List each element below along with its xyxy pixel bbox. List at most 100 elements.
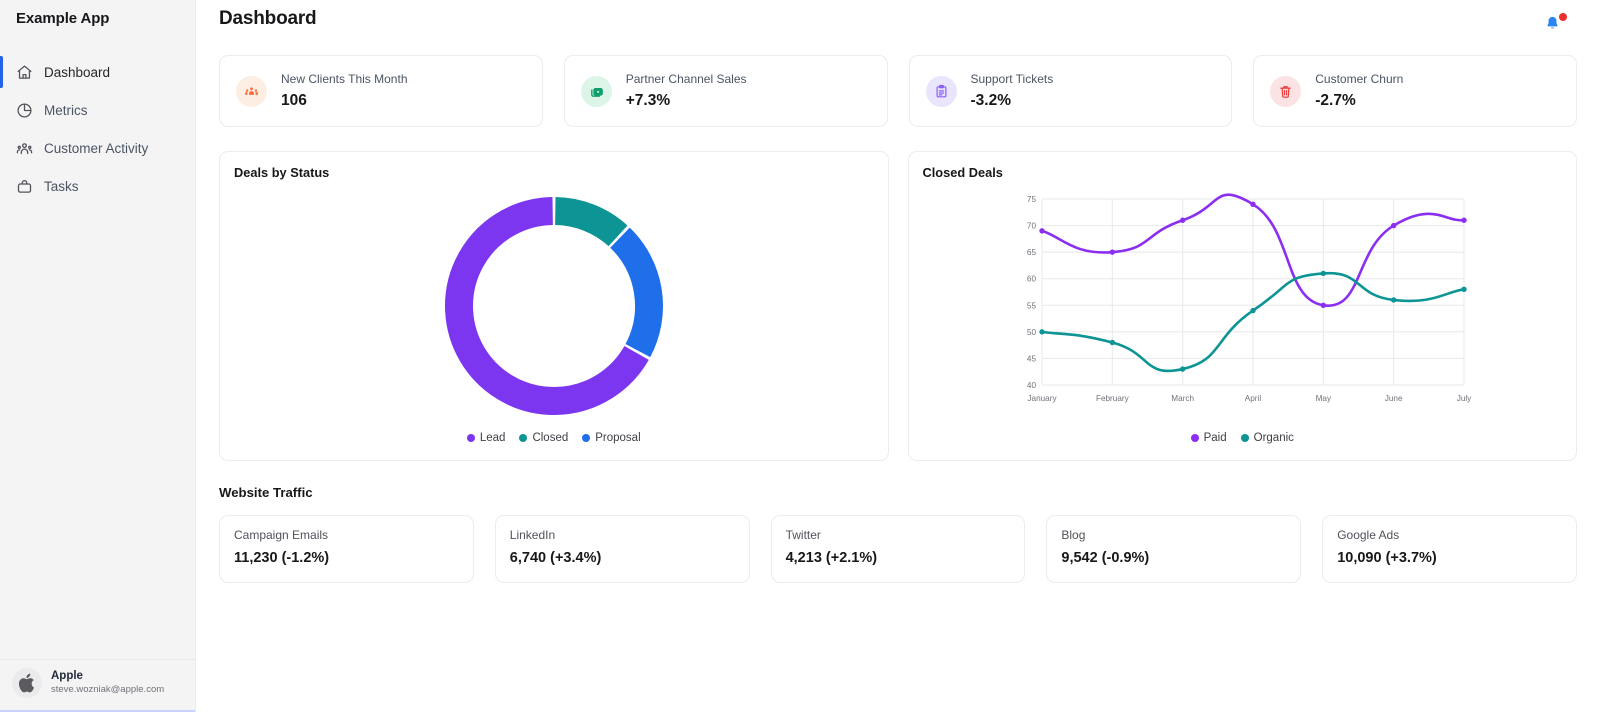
stat-label: Customer Churn [1315,72,1404,87]
svg-text:March: March [1172,394,1195,403]
chart-card-closed-deals: Closed Deals 40 45 50 55 60 65 70 75 January Febr… [907,151,1577,461]
donut-legend: Lead Closed Proposal [234,432,874,450]
stat-text: Support Tickets -3.2% [970,72,1054,109]
stat-value: 106 [281,91,307,109]
topbar: Dashboard [196,0,1600,37]
traffic-label: LinkedIn [509,528,556,542]
sidebar-item-label: Customer Activity [44,140,149,156]
legend-label: Closed [532,432,569,444]
stat-value: +7.3% [625,91,671,109]
legend-color-swatch [1190,434,1199,442]
traffic-label: Campaign Emails [234,528,329,542]
sidebar-item-tasks[interactable]: Tasks [0,167,195,205]
stat-card-partner-channel-sales[interactable]: Partner Channel Sales +7.3% [563,55,888,127]
donut-chart[interactable] [429,181,679,431]
notification-badge-dot [1559,13,1567,21]
main-content: Dashboard New Clients This Month 106 Par… [196,0,1600,712]
legend-color-swatch [519,434,528,442]
traffic-value: 6,740 (+3.4%) [509,550,602,566]
sidebar-item-customer-activity[interactable]: Customer Activity [0,129,195,167]
chart-title: Closed Deals [922,165,1003,180]
notifications-button[interactable] [1544,13,1567,37]
svg-text:45: 45 [1027,354,1037,363]
legend-color-swatch [582,434,591,442]
charts-row: Deals by Status Lead Closed Proposal Clo… [219,151,1577,461]
content-area: New Clients This Month 106 Partner Chann… [196,55,1600,583]
website-traffic-title: Website Traffic [219,485,313,500]
svg-text:60: 60 [1027,274,1037,283]
legend-color-swatch [466,434,475,442]
traffic-value: 9,542 (-0.9%) [1061,550,1150,566]
donut-chart-body [234,180,874,432]
stat-card-new-clients[interactable]: New Clients This Month 106 [219,55,543,127]
app-brand-title: Example App [16,10,110,27]
stat-card-support-tickets[interactable]: Support Tickets -3.2% [908,55,1233,127]
sidebar-item-dashboard[interactable]: Dashboard [0,53,195,91]
line-legend: Paid Organic [923,432,1563,450]
traffic-value: 4,213 (+2.1%) [785,550,878,566]
stat-label: Support Tickets [970,72,1054,87]
legend-item-organic[interactable]: Organic [1240,432,1294,444]
svg-text:July: July [1457,394,1472,403]
legend-item-lead[interactable]: Lead [466,432,506,444]
avatar [12,668,42,698]
stat-value: -3.2% [970,91,1012,109]
stat-label: New Clients This Month [281,72,408,87]
pie-chart-icon [16,102,33,119]
stat-label: Partner Channel Sales [625,72,747,87]
traffic-card-linkedin[interactable]: LinkedIn 6,740 (+3.4%) [494,515,750,583]
legend-color-swatch [1240,434,1249,442]
stat-text: New Clients This Month 106 [281,72,408,109]
chart-title: Deals by Status [234,165,330,180]
briefcase-icon [16,178,33,195]
traffic-card-blog[interactable]: Blog 9,542 (-0.9%) [1046,515,1302,583]
app-root: Example App Dashboard Metrics Customer A… [0,0,1600,712]
svg-text:70: 70 [1027,221,1037,230]
traffic-label: Google Ads [1337,528,1400,542]
stat-card-customer-churn[interactable]: Customer Churn -2.7% [1253,55,1577,127]
traffic-card-campaign-emails[interactable]: Campaign Emails 11,230 (-1.2%) [219,515,474,583]
stat-value: -2.7% [1315,91,1356,109]
traffic-label: Twitter [785,528,821,542]
traffic-card-twitter[interactable]: Twitter 4,213 (+2.1%) [770,515,1026,583]
legend-item-closed[interactable]: Closed [519,432,568,444]
legend-item-proposal[interactable]: Proposal [582,432,641,444]
legend-label: Lead [479,432,506,444]
traffic-card-google-ads[interactable]: Google Ads 10,090 (+3.7%) [1322,515,1577,583]
svg-text:January: January [1028,394,1058,403]
user-meta: Apple steve.wozniak@apple.com [51,669,164,697]
legend-label: Organic [1253,432,1294,444]
credit-cards-icon [580,75,612,107]
trash-icon [1270,75,1302,107]
user-name: Apple [51,669,83,682]
svg-text:June: June [1385,394,1403,403]
chart-card-deals-by-status: Deals by Status Lead Closed Proposal [219,151,889,461]
clipboard-icon [925,75,957,107]
line-chart[interactable]: 40 45 50 55 60 65 70 75 January February March Apri… [1012,189,1472,424]
traffic-value: 11,230 (-1.2%) [234,550,330,566]
user-email: steve.wozniak@apple.com [51,684,165,696]
svg-text:February: February [1096,394,1130,403]
apple-logo-icon [18,673,35,693]
legend-label: Paid [1203,432,1227,444]
home-icon [16,64,33,81]
svg-text:50: 50 [1027,327,1037,336]
sidebar-item-label: Dashboard [44,64,111,80]
stat-text: Customer Churn -2.7% [1315,72,1404,109]
svg-text:75: 75 [1027,195,1037,204]
svg-text:55: 55 [1027,301,1037,310]
users-icon [16,140,33,157]
svg-text:April: April [1245,394,1262,403]
page-title: Dashboard [219,8,317,29]
traffic-row: Campaign Emails 11,230 (-1.2%) LinkedIn … [219,515,1577,583]
svg-text:May: May [1316,394,1332,403]
legend-label: Proposal [595,432,641,444]
traffic-label: Blog [1061,528,1086,542]
sidebar-item-label: Tasks [44,178,79,194]
svg-text:40: 40 [1027,381,1037,390]
sidebar-user-profile[interactable]: Apple steve.wozniak@apple.com [0,659,195,710]
legend-item-paid[interactable]: Paid [1190,432,1227,444]
sidebar-item-metrics[interactable]: Metrics [0,91,195,129]
line-chart-body: 40 45 50 55 60 65 70 75 January February March Apri… [923,180,1563,432]
